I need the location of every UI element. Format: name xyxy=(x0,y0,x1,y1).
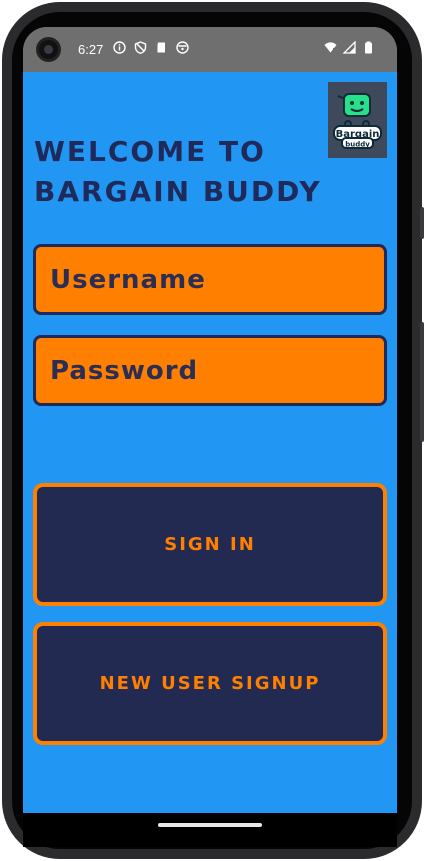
logo-text-bargain: Bargain xyxy=(336,129,380,140)
page-title: WELCOME TO BARGAIN BUDDY xyxy=(34,132,334,212)
password-placeholder: Password xyxy=(50,355,199,386)
face-icon xyxy=(176,41,189,54)
notification-icons xyxy=(113,41,189,54)
status-bar: 6:27 xyxy=(23,27,397,72)
signup-label: NEW USER SIGNUP xyxy=(99,673,321,694)
password-input[interactable]: Password xyxy=(33,335,387,406)
volume-button xyxy=(420,322,424,442)
logo-text-buddy: buddy xyxy=(345,141,370,149)
system-icons xyxy=(324,41,375,54)
shield-icon xyxy=(134,41,147,54)
app-logo: Bargain buddy xyxy=(328,82,387,158)
shopping-cart-robot-icon: Bargain buddy xyxy=(333,93,382,149)
new-user-signup-button[interactable]: NEW USER SIGNUP xyxy=(33,622,387,745)
info-icon xyxy=(113,41,126,54)
title-line-2: BARGAIN BUDDY xyxy=(34,175,322,208)
power-button xyxy=(420,207,424,239)
signal-icon xyxy=(343,41,356,54)
sign-in-button[interactable]: SIGN IN xyxy=(33,483,387,606)
camera-icon xyxy=(36,37,61,62)
username-input[interactable]: Username xyxy=(33,244,387,315)
battery-icon xyxy=(365,41,372,54)
navigation-bar xyxy=(23,813,397,847)
wifi-icon xyxy=(324,42,337,53)
home-gesture-bar[interactable] xyxy=(158,823,262,827)
status-time: 6:27 xyxy=(78,42,104,57)
login-screen: Bargain buddy WELCOME TO BARGAIN BUDDY U… xyxy=(23,72,397,813)
screen: 6:27 Bargain buddy WELCOME TO BARGAIN BU… xyxy=(23,27,397,813)
sign-in-label: SIGN IN xyxy=(164,534,256,555)
sd-card-icon xyxy=(157,42,165,53)
title-line-1: WELCOME TO xyxy=(34,135,266,168)
username-placeholder: Username xyxy=(50,264,206,295)
